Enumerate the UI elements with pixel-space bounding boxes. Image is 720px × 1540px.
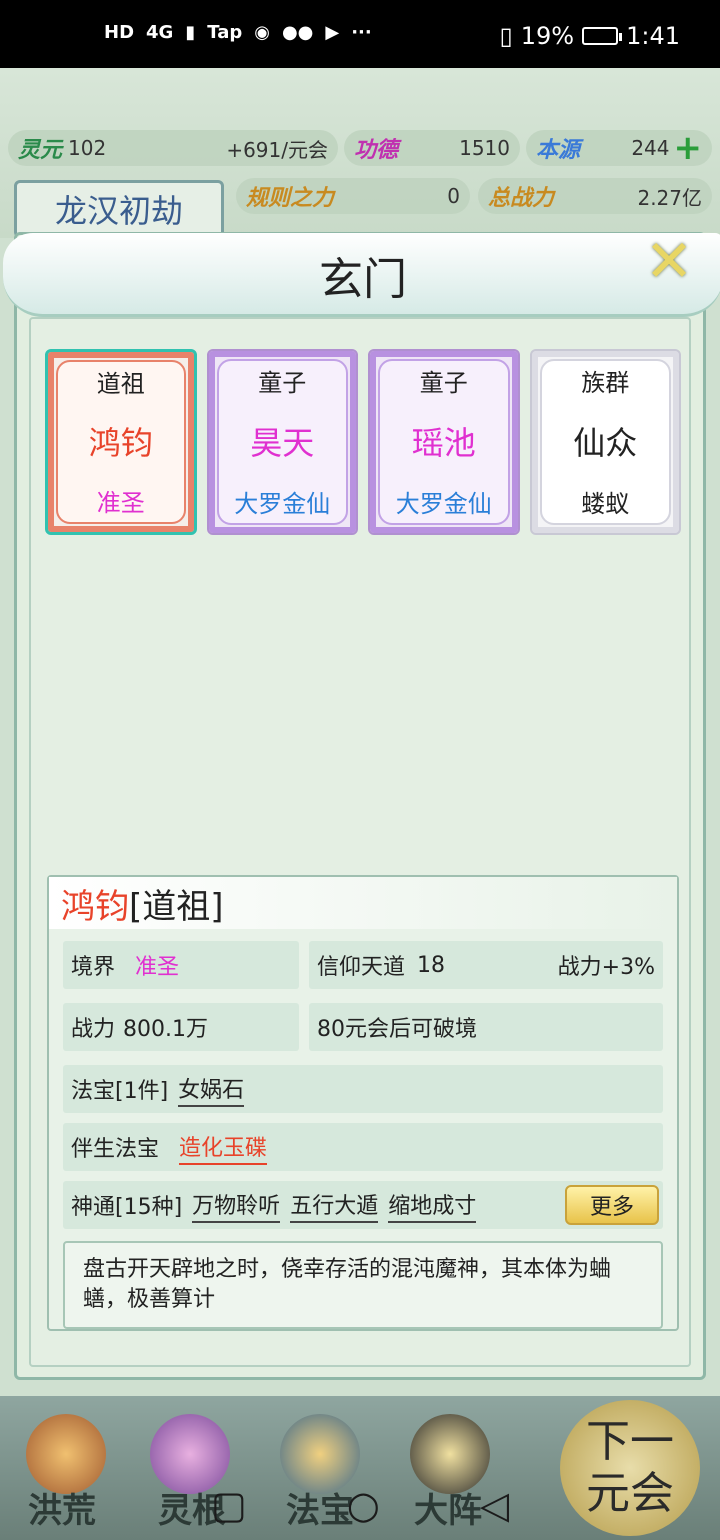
status-left-icons: HD 4G ▮ Tap ◉ ●● ▶ ··· [104, 22, 372, 43]
status-right: ▯ 19% 1:41 [500, 22, 680, 50]
card-rank: 大罗金仙 [395, 490, 492, 518]
alert-icon: ▮ [185, 22, 196, 43]
hd-icon: HD [104, 22, 135, 43]
next-era-top: 下一 [586, 1416, 674, 1467]
modal-title: 玄门 [319, 254, 407, 305]
lingyuan-rate: +691/元会 [226, 137, 328, 162]
guize-stat: 规则之力 0 [236, 178, 470, 214]
lingyuan-label: 灵元 [18, 138, 63, 163]
gongde-stat: 功德 1510 [344, 130, 520, 166]
bulb-icon: ◉ [254, 22, 270, 43]
guize-label: 规则之力 [246, 186, 335, 211]
back-icon[interactable]: ◁ [480, 1483, 509, 1527]
add-benyuan-button[interactable]: + [674, 128, 703, 168]
treasure-row: 法宝[1件] 女娲石 [63, 1065, 663, 1113]
companion-row: 伴生法宝 造化玉碟 [63, 1123, 663, 1171]
card-name: 鸿钧 [88, 424, 153, 462]
zhanli-label: 总战力 [488, 186, 555, 211]
modal-header: 玄门 ✕ [3, 232, 720, 317]
faith-value: 18 [417, 952, 446, 978]
era-title: 龙汉初劫 [14, 180, 224, 238]
wechat-icon: ●● [281, 22, 314, 43]
treasure-label: 法宝[1件] [71, 1079, 169, 1104]
4g-signal-icon: 4G [146, 22, 174, 43]
card-role: 族群 [581, 369, 630, 397]
companion-link[interactable]: 造化玉碟 [179, 1130, 268, 1165]
member-card-hongjun[interactable]: 道祖 鸿钧 准圣 [45, 349, 197, 535]
card-role: 道祖 [96, 370, 145, 398]
card-role: 童子 [258, 369, 307, 397]
modal-body: 道祖 鸿钧 准圣 童子 昊天 大罗金仙 童子 瑶池 大罗金仙 族群 仙众 蝼蚁 [29, 317, 691, 1367]
member-cards: 道祖 鸿钧 准圣 童子 昊天 大罗金仙 童子 瑶池 大罗金仙 族群 仙众 蝼蚁 [45, 349, 681, 535]
vibrate-icon: ▯ [499, 22, 513, 50]
zhanli-value: 2.27亿 [637, 185, 702, 210]
member-card-haotian[interactable]: 童子 昊天 大罗金仙 [206, 349, 358, 535]
skills-label: 神通[15种] [71, 1195, 183, 1220]
faith-bonus: 战力+3% [557, 955, 655, 980]
card-role: 童子 [419, 369, 468, 397]
more-icon: ··· [351, 22, 372, 43]
power-row: 战力 800.1万 [63, 1003, 299, 1051]
skill-link[interactable]: 五行大遁 [290, 1188, 379, 1223]
member-card-yaochi[interactable]: 童子 瑶池 大罗金仙 [368, 349, 520, 535]
realm-value: 准圣 [135, 955, 180, 980]
home-icon[interactable]: ○ [347, 1483, 380, 1527]
member-detail-panel: 鸿钧 [道祖] 境界 准圣 信仰天道 18 战力+3% 战力 800.1万 80… [47, 875, 679, 1331]
zhanli-stat: 总战力 2.27亿 [478, 178, 712, 214]
skill-link[interactable]: 缩地成寸 [388, 1188, 477, 1223]
more-skills-button[interactable]: 更多 [565, 1185, 659, 1225]
skill-link[interactable]: 万物聆听 [192, 1188, 281, 1223]
power-value: 800.1万 [123, 1017, 208, 1042]
recent-apps-icon[interactable]: ▢ [211, 1483, 247, 1527]
play-icon: ▶ [325, 22, 340, 43]
system-nav-bar: ▢ ○ ◁ [0, 1470, 720, 1540]
battery-percent: 19% [520, 22, 575, 50]
gongde-label: 功德 [354, 138, 399, 163]
member-card-xianzhong[interactable]: 族群 仙众 蝼蚁 [529, 349, 681, 535]
realm-label: 境界 [71, 955, 116, 980]
card-name: 昊天 [250, 424, 315, 462]
card-rank: 准圣 [96, 489, 145, 517]
skills-row: 神通[15种] 万物聆听 五行大遁 缩地成寸 更多 [63, 1181, 663, 1229]
treasure-link[interactable]: 女娲石 [178, 1072, 245, 1107]
breakthrough-row: 80元会后可破境 [309, 1003, 663, 1051]
companion-label: 伴生法宝 [71, 1137, 160, 1162]
lingyuan-value: 102 [68, 136, 107, 160]
tap-icon: Tap [207, 22, 243, 43]
guize-value: 0 [447, 184, 460, 208]
sect-modal: 玄门 ✕ 道祖 鸿钧 准圣 童子 昊天 大罗金仙 童子 瑶池 大罗金仙 族群 仙… [3, 232, 720, 1380]
breakthrough-text: 80元会后可破境 [317, 1017, 477, 1042]
lingyuan-stat: 灵元 102 +691/元会 [8, 130, 338, 166]
card-rank: 蝼蚁 [581, 490, 630, 518]
game-hud: 灵元 102 +691/元会 功德 1510 本源 244 + 规则之力 0 总… [0, 68, 720, 238]
card-rank: 大罗金仙 [234, 490, 331, 518]
benyuan-label: 本源 [536, 138, 581, 163]
faith-label: 信仰天道 [317, 955, 406, 980]
benyuan-value: 244 [631, 136, 670, 160]
realm-row: 境界 准圣 [63, 941, 299, 989]
benyuan-stat: 本源 244 + [526, 128, 712, 168]
faith-row: 信仰天道 18 战力+3% [309, 941, 663, 989]
gongde-value: 1510 [459, 136, 510, 160]
member-description: 盘古开天辟地之时，侥幸存活的混沌魔神，其本体为蛐蟮，极善算计 [63, 1241, 663, 1329]
status-bar: HD 4G ▮ Tap ◉ ●● ▶ ··· ▯ 19% 1:41 [0, 0, 720, 68]
detail-role: [道祖] [129, 886, 224, 927]
card-name: 瑶池 [411, 424, 476, 462]
battery-icon [582, 27, 623, 45]
card-name: 仙众 [573, 424, 638, 462]
detail-header: 鸿钧 [道祖] [49, 877, 677, 929]
power-label: 战力 [71, 1017, 116, 1042]
detail-name: 鸿钧 [61, 886, 129, 927]
close-button[interactable]: ✕ [641, 232, 697, 290]
clock: 1:41 [626, 22, 680, 50]
